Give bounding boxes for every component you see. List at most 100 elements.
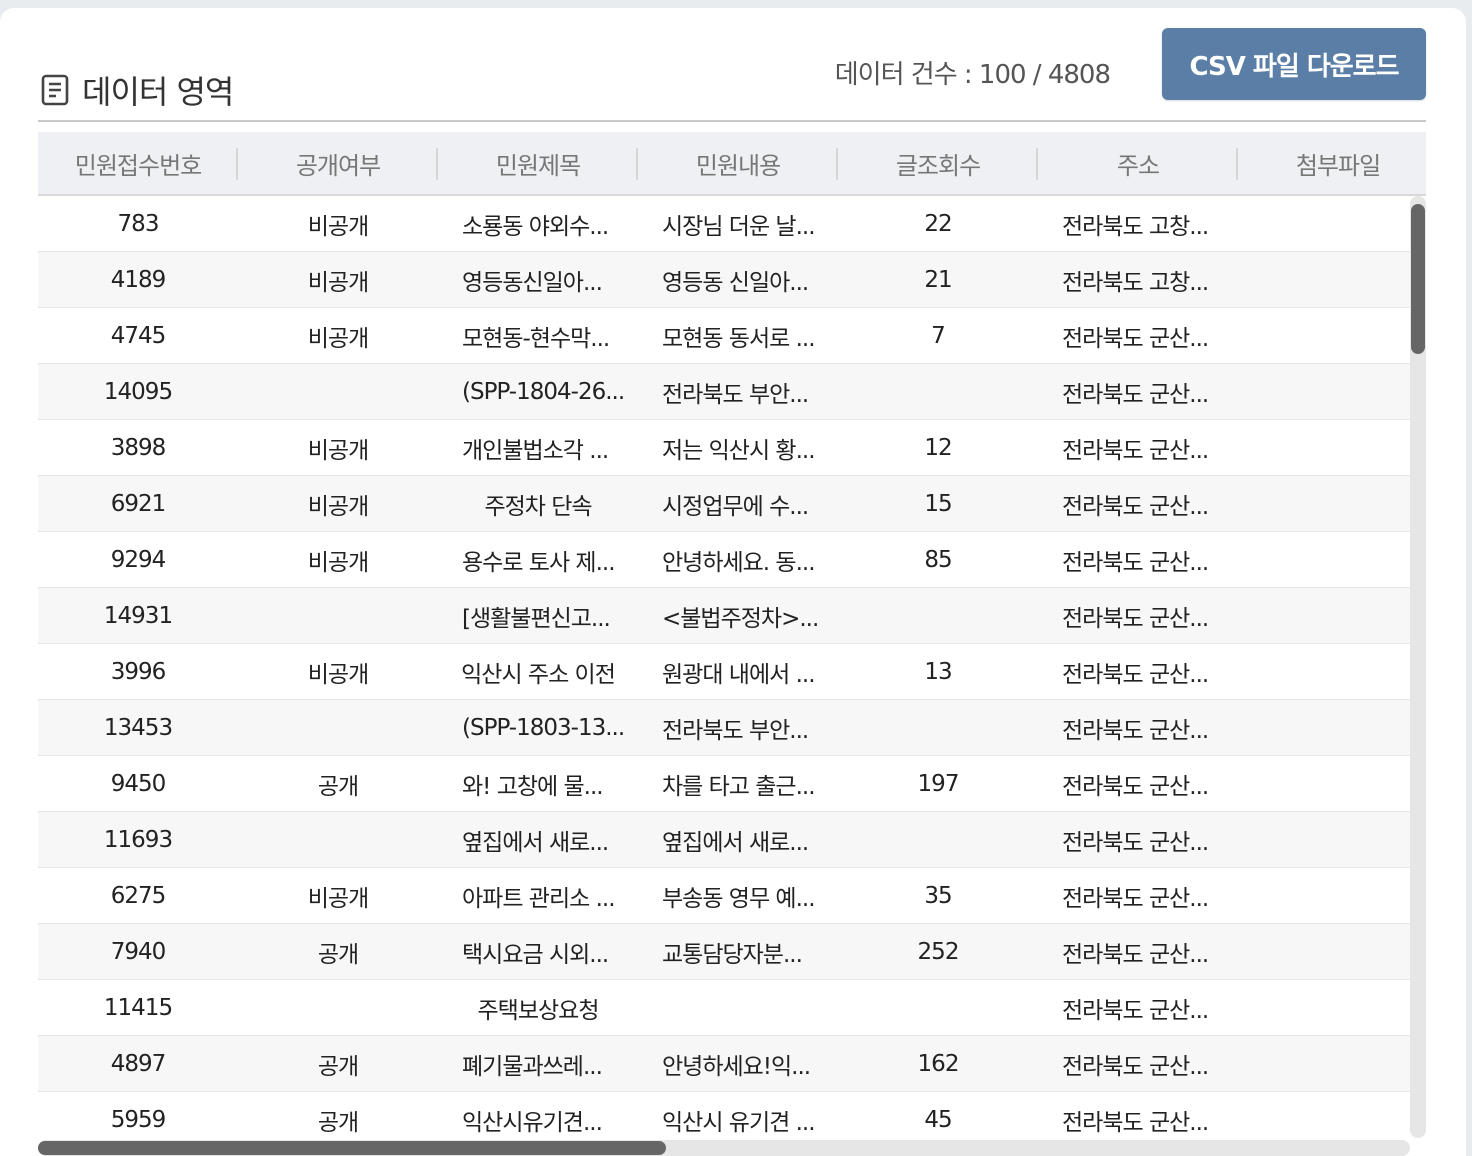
- column-header[interactable]: 민원제목: [438, 132, 638, 194]
- table-cell: 9294: [110, 546, 167, 573]
- horizontal-scrollbar[interactable]: [38, 1140, 1410, 1156]
- column-header[interactable]: 첨부파일: [1238, 132, 1426, 194]
- table-cell: 783: [117, 210, 160, 237]
- table-cell: 와! 고창에 물...: [462, 773, 604, 800]
- table-row[interactable]: 6275 비공개 아파트 관리소 ... 부송동 영무 예... 35 전라북도 군산..…: [38, 868, 1410, 924]
- table-cell: 영등동신일아...: [462, 269, 603, 296]
- table-cell: 21: [924, 266, 952, 293]
- table-cell: 252: [917, 938, 960, 965]
- column-header[interactable]: 주소: [1038, 132, 1238, 194]
- table-cell: 시장님 더운 날...: [662, 213, 816, 240]
- table-cell: 3996: [110, 658, 167, 685]
- table-cell: 45: [924, 1106, 952, 1133]
- table-cell: 22: [924, 210, 952, 237]
- table-cell: 모현동 동서로 ...: [662, 325, 816, 352]
- table-row[interactable]: 14931 [생활불편신고... <불법주정차>... 전라북도 군산...: [38, 588, 1410, 644]
- section-title: 데이터 영역: [40, 66, 234, 114]
- table-cell: 전라북도 군산...: [1062, 1053, 1209, 1080]
- table-cell: 전라북도 고창...: [1062, 269, 1209, 296]
- column-header[interactable]: 민원접수번호: [38, 132, 238, 194]
- table-cell: 4189: [110, 266, 167, 293]
- document-icon: [41, 74, 69, 106]
- table-cell: 비공개: [307, 885, 369, 912]
- table-row[interactable]: 6921 비공개 주정차 단속 시정업무에 수... 15 전라북도 군산...: [38, 476, 1410, 532]
- table-cell: 비공개: [307, 213, 369, 240]
- table-cell: 옆집에서 새로...: [462, 829, 609, 856]
- table-cell: 비공개: [307, 661, 369, 688]
- table-cell: 공개: [317, 941, 359, 968]
- data-count: 데이터 건수 : 100 / 4808: [834, 59, 1111, 90]
- column-header[interactable]: 글조회수: [838, 132, 1038, 194]
- table-cell: 전라북도 군산...: [1062, 437, 1209, 464]
- table-cell: 전라북도 군산...: [1062, 773, 1209, 800]
- table-cell: 5959: [110, 1106, 167, 1133]
- table-cell: 전라북도 군산...: [1062, 605, 1209, 632]
- grid-header: 민원접수번호 공개여부 민원제목 민원내용 글조회수 주소 첨부파일: [38, 132, 1426, 196]
- table-cell: 주정차 단속: [484, 493, 592, 520]
- table-cell: 공개: [317, 773, 359, 800]
- table-row[interactable]: 11415 주택보상요청 전라북도 군산...: [38, 980, 1410, 1036]
- table-cell: 6275: [110, 882, 167, 909]
- table-cell: 비공개: [307, 269, 369, 296]
- table-cell: 차를 타고 출근...: [662, 773, 816, 800]
- horizontal-scroll-thumb[interactable]: [38, 1141, 666, 1155]
- table-row[interactable]: 14095 (SPP-1804-26... 전라북도 부안... 전라북도 군산...: [38, 364, 1410, 420]
- divider: [38, 120, 1426, 122]
- data-grid: 민원접수번호 공개여부 민원제목 민원내용 글조회수 주소 첨부파일 783 비공…: [38, 132, 1426, 1156]
- column-header[interactable]: 공개여부: [238, 132, 438, 194]
- table-cell: 원광대 내에서 ...: [662, 661, 816, 688]
- table-cell: 익산시 유기견 ...: [662, 1109, 816, 1136]
- table-row[interactable]: 9294 비공개 용수로 토사 제... 안녕하세요. 동... 85 전라북도 군산..…: [38, 532, 1410, 588]
- table-cell: 저는 익산시 황...: [662, 437, 816, 464]
- table-row[interactable]: 4897 공개 폐기물과쓰레... 안녕하세요!익... 162 전라북도 군산...: [38, 1036, 1410, 1092]
- vertical-scrollbar[interactable]: [1410, 196, 1426, 1138]
- table-cell: 공개: [317, 1053, 359, 1080]
- table-cell: 영등동 신일아...: [662, 269, 809, 296]
- table-cell: 전라북도 군산...: [1062, 661, 1209, 688]
- table-cell: 전라북도 군산...: [1062, 549, 1209, 576]
- table-cell: 아파트 관리소 ...: [462, 885, 616, 912]
- table-row[interactable]: 3898 비공개 개인불법소각 ... 저는 익산시 황... 12 전라북도 군산...: [38, 420, 1410, 476]
- table-row[interactable]: 783 비공개 소룡동 야외수... 시장님 더운 날... 22 전라북도 고창...: [38, 196, 1410, 252]
- table-cell: 비공개: [307, 493, 369, 520]
- table-cell: 14931: [103, 602, 173, 629]
- table-cell: 모현동-현수막...: [462, 325, 610, 352]
- table-row[interactable]: 3996 비공개 익산시 주소 이전 원광대 내에서 ... 13 전라북도 군산...: [38, 644, 1410, 700]
- table-cell: 용수로 토사 제...: [462, 549, 616, 576]
- section-title-text: 데이터 영역: [82, 73, 234, 111]
- table-cell: 전라북도 군산...: [1062, 381, 1209, 408]
- table-cell: 전라북도 군산...: [1062, 997, 1209, 1024]
- table-cell: 옆집에서 새로...: [662, 829, 809, 856]
- table-row[interactable]: 7940 공개 택시요금 시외... 교통담당자분... 252 전라북도 군산...: [38, 924, 1410, 980]
- table-cell: 부송동 영무 예...: [662, 885, 816, 912]
- grid-body: 783 비공개 소룡동 야외수... 시장님 더운 날... 22 전라북도 고창... 4…: [38, 196, 1410, 1148]
- table-cell: 개인불법소각 ...: [462, 437, 609, 464]
- vertical-scroll-thumb[interactable]: [1411, 204, 1425, 354]
- table-cell: 시정업무에 수...: [662, 493, 809, 520]
- column-header[interactable]: 민원내용: [638, 132, 838, 194]
- table-cell: 익산시 주소 이전: [461, 661, 616, 688]
- table-cell: 85: [924, 546, 952, 573]
- table-cell: 주택보상요청: [477, 997, 600, 1024]
- table-cell: 13453: [103, 714, 173, 741]
- table-cell: 익산시유기견...: [462, 1109, 603, 1136]
- table-cell: 7940: [110, 938, 167, 965]
- table-cell: 35: [924, 882, 952, 909]
- table-cell: 4745: [110, 322, 167, 349]
- table-cell: 폐기물과쓰레...: [462, 1053, 603, 1080]
- table-cell: 3898: [110, 434, 167, 461]
- table-cell: 전라북도 군산...: [1062, 829, 1209, 856]
- table-cell: 비공개: [307, 549, 369, 576]
- table-row[interactable]: 11693 옆집에서 새로... 옆집에서 새로... 전라북도 군산...: [38, 812, 1410, 868]
- table-row[interactable]: 4189 비공개 영등동신일아... 영등동 신일아... 21 전라북도 고창...: [38, 252, 1410, 308]
- table-cell: 197: [917, 770, 960, 797]
- table-cell: 전라북도 군산...: [1062, 885, 1209, 912]
- table-row[interactable]: 4745 비공개 모현동-현수막... 모현동 동서로 ... 7 전라북도 군산...: [38, 308, 1410, 364]
- table-cell: 전라북도 부안...: [662, 381, 809, 408]
- table-cell: 4897: [110, 1050, 167, 1077]
- table-cell: 162: [917, 1050, 960, 1077]
- table-row[interactable]: 9450 공개 와! 고창에 물... 차를 타고 출근... 197 전라북도 군산..…: [38, 756, 1410, 812]
- table-row[interactable]: 13453 (SPP-1803-13... 전라북도 부안... 전라북도 군산...: [38, 700, 1410, 756]
- table-cell: 7: [931, 322, 946, 349]
- csv-download-button[interactable]: CSV 파일 다운로드: [1162, 28, 1426, 100]
